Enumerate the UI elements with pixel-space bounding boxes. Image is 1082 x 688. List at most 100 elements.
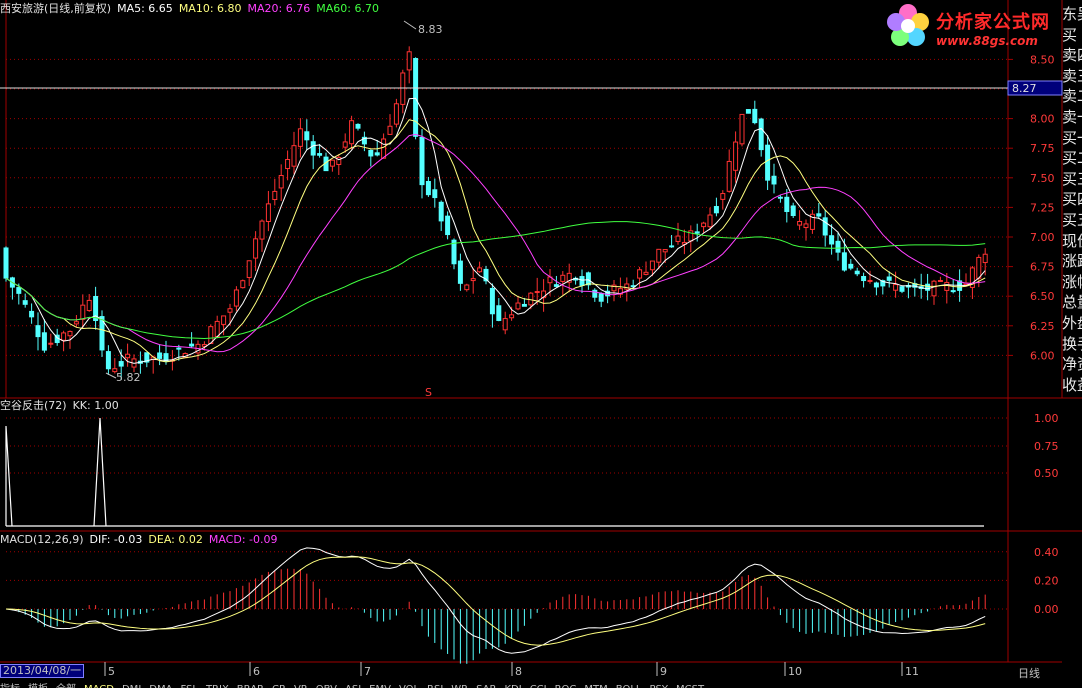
candle-up xyxy=(893,284,899,291)
candle-up xyxy=(720,193,726,200)
quote-field-label: 东吴 xyxy=(1062,5,1082,23)
candle-up xyxy=(329,159,335,167)
candle-down xyxy=(886,276,892,281)
macd-legend: MACD(12,26,9) DIF: -0.03 DEA: 0.02 MACD: -0… xyxy=(0,533,284,547)
indicator-tab[interactable]: FSL xyxy=(180,684,198,688)
candle-down xyxy=(585,272,591,286)
indicator-tab[interactable]: MTM xyxy=(584,684,607,688)
candle-up xyxy=(560,274,566,282)
candle-down xyxy=(950,290,956,293)
candle-up xyxy=(726,160,732,192)
indicator-tab[interactable]: TRIX xyxy=(206,684,229,688)
indicator-tab[interactable]: BRAR xyxy=(237,684,264,688)
indicator-tab[interactable]: ROC xyxy=(555,684,577,688)
ma60-label: MA60: 6.70 xyxy=(316,2,379,15)
quote-field-label: 买三 xyxy=(1062,169,1082,188)
candle-down xyxy=(445,215,451,236)
candle-up xyxy=(259,220,265,240)
candle-down xyxy=(189,343,195,347)
dif-value: DIF: -0.03 xyxy=(89,533,143,546)
candle-up xyxy=(233,289,239,307)
quote-field-label: 换手 xyxy=(1062,334,1082,353)
candle-down xyxy=(873,282,879,288)
indicator-tab[interactable]: CR xyxy=(272,684,286,688)
candle-up xyxy=(982,253,988,264)
candle-up xyxy=(291,145,297,167)
indicator-tab[interactable]: MCST xyxy=(676,684,704,688)
indicator-tab[interactable]: CCI xyxy=(530,684,547,688)
quote-field-label: 净资 xyxy=(1062,355,1082,374)
candle-up xyxy=(515,302,521,310)
candle-down xyxy=(176,347,182,350)
candle-up xyxy=(464,284,470,291)
candle-down xyxy=(835,240,841,253)
candle-down xyxy=(368,149,374,157)
indicator-tab[interactable]: DMI xyxy=(122,684,141,688)
candle-up xyxy=(656,248,662,263)
price-tick-label: 7.75 xyxy=(1030,142,1055,155)
indicator-tab[interactable]: EMV xyxy=(369,684,391,688)
candle-down xyxy=(432,189,438,199)
month-label: 10 xyxy=(788,665,802,678)
candle-up xyxy=(662,249,668,253)
quote-field-label: 卖二 xyxy=(1062,87,1082,106)
candle-down xyxy=(317,153,323,156)
candle-up xyxy=(387,125,393,135)
indicator-tab[interactable]: OBV xyxy=(316,684,337,688)
candle-down xyxy=(438,201,444,222)
candle-down xyxy=(777,196,783,199)
stock-title: 西安旅游(日线,前复权) xyxy=(0,2,112,15)
macd-tick-label: 0.40 xyxy=(1034,546,1059,559)
indicator-tab[interactable]: BOLL xyxy=(616,684,642,688)
indicator-tick-label: 1.00 xyxy=(1034,412,1059,425)
quote-field-label: 总量 xyxy=(1062,293,1082,312)
quote-field-label: 买四 xyxy=(1062,190,1082,209)
kk-spike xyxy=(5,425,13,527)
quote-field-label: 买 xyxy=(1062,25,1078,44)
candle-down xyxy=(816,213,822,217)
stock-chart[interactable]: 8.508.258.007.757.507.257.006.756.506.25… xyxy=(0,0,1082,688)
candle-up xyxy=(246,260,252,278)
candle-up xyxy=(509,314,515,319)
indicator-tab[interactable]: VR xyxy=(294,684,308,688)
candle-down xyxy=(355,123,361,129)
candle-down xyxy=(413,58,419,137)
period-label[interactable]: 日线 xyxy=(1018,665,1040,681)
indicator-tab[interactable]: KDJ xyxy=(504,684,521,688)
indicator-tab[interactable]: VOL xyxy=(399,684,419,688)
candle-down xyxy=(745,109,751,114)
macd-value: MACD: -0.09 xyxy=(208,533,278,546)
macd-title: MACD(12,26,9) xyxy=(0,533,84,546)
candle-up xyxy=(637,269,643,279)
indicator-tab[interactable]: MACD xyxy=(84,684,114,688)
candle-up xyxy=(803,223,809,229)
candle-down xyxy=(105,351,111,370)
indicator-tab[interactable]: 全部 xyxy=(56,684,76,688)
candle-down xyxy=(304,131,310,141)
candle-up xyxy=(701,222,707,228)
quote-field-label: 收益 xyxy=(1062,375,1082,394)
indicator-tab[interactable]: SAR xyxy=(476,684,496,688)
candle-up xyxy=(643,271,649,275)
candle-down xyxy=(3,247,9,279)
indicator-tab[interactable]: RSI xyxy=(427,684,443,688)
candle-up xyxy=(278,175,284,189)
indicator-tab[interactable]: ASI xyxy=(345,684,361,688)
quote-field-label: 买五 xyxy=(1062,211,1082,229)
candle-down xyxy=(758,118,764,151)
candle-up xyxy=(477,267,483,273)
indicator-tab[interactable]: PSY xyxy=(650,684,669,688)
candle-up xyxy=(80,304,86,320)
candle-up xyxy=(931,280,937,297)
indicator-tab[interactable]: 指标 xyxy=(0,684,20,688)
candle-up xyxy=(227,308,233,313)
price-tick-label: 8.00 xyxy=(1030,113,1055,126)
candle-up xyxy=(400,72,406,105)
indicator-tab[interactable]: DMA xyxy=(149,684,172,688)
indicator-tab[interactable]: WR xyxy=(451,684,468,688)
indicator-tab[interactable]: 模板 xyxy=(28,684,48,688)
low-label: 5.82 xyxy=(116,371,141,384)
dif-line xyxy=(5,547,986,654)
indicator-tabs: 指标 模板 全部 MACD DMI DMA FSL TRIX BRAR CR VR OBV ASI EMV… xyxy=(0,680,1082,688)
kk-spike xyxy=(93,417,107,527)
